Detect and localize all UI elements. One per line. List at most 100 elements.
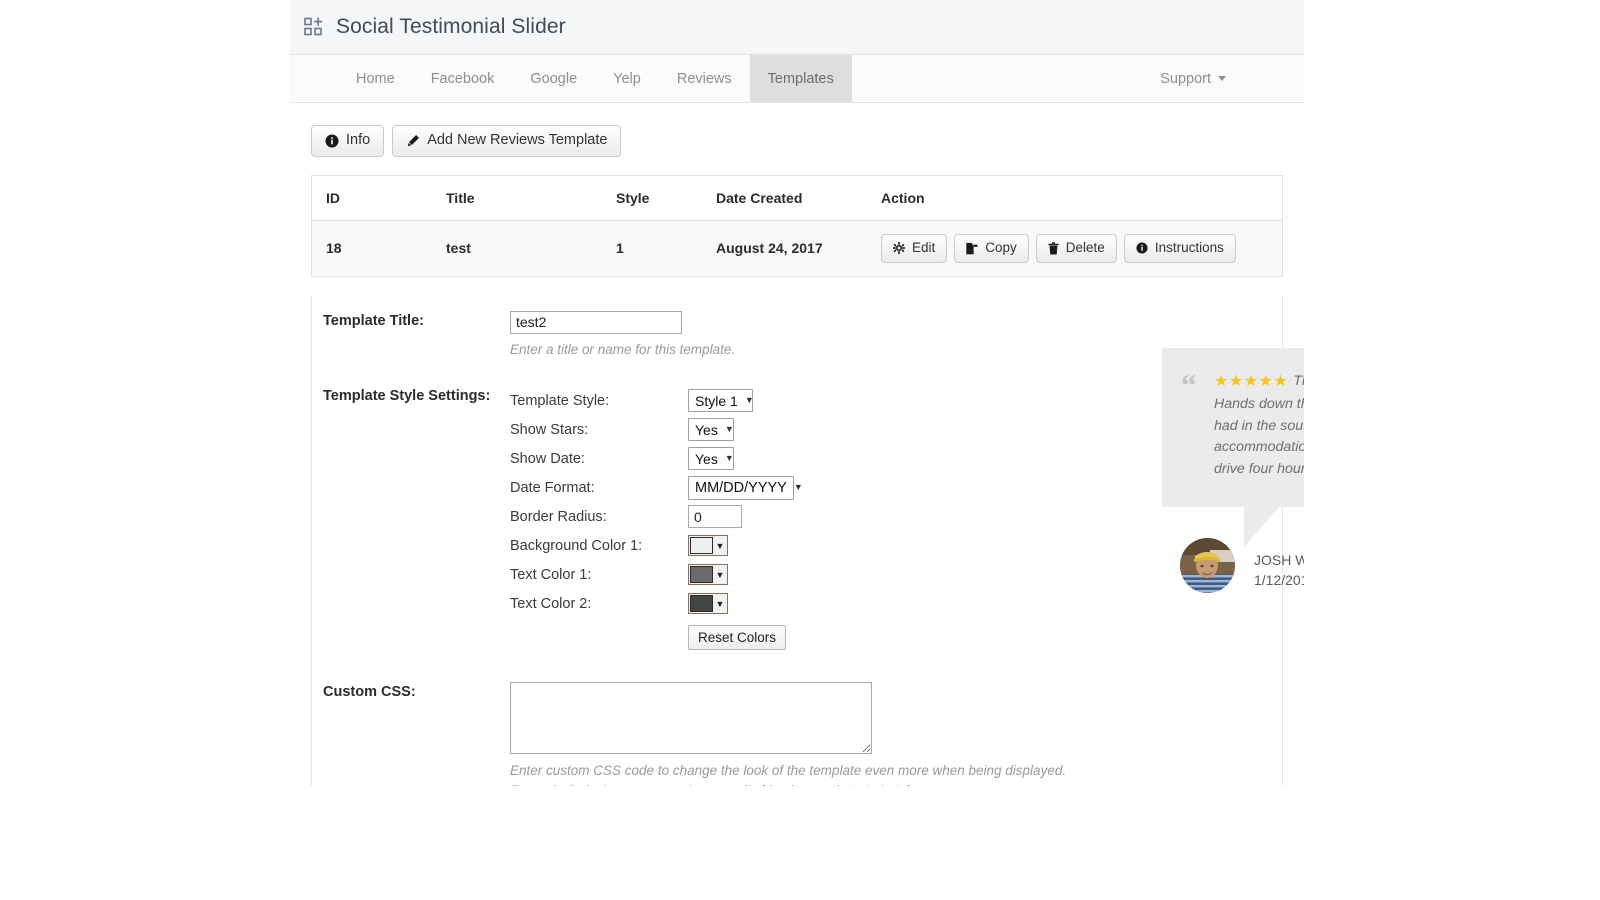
trash-icon	[1048, 242, 1059, 255]
label-date-format: Date Format:	[510, 479, 595, 496]
info-button[interactable]: Info	[311, 125, 385, 157]
cell-style: 1	[616, 220, 716, 277]
col-header-date: Date Created	[716, 175, 881, 221]
reset-colors-wrap: Reset Colors	[510, 618, 1282, 651]
row-template-title: Template Title: Enter a title or name fo…	[312, 295, 1282, 360]
text-color-1-picker[interactable]: ▼	[688, 564, 728, 586]
table-row: 18 test 1 August 24, 2017 Edit Copy Dele…	[311, 220, 1283, 277]
tab-reviews[interactable]: Reviews	[659, 55, 750, 102]
label-border-radius: Border Radius:	[510, 508, 607, 525]
info-circle-icon	[325, 134, 339, 148]
support-dropdown[interactable]: Support	[1160, 71, 1226, 87]
label-template-style: Template Style:	[510, 392, 610, 409]
help-custom-css-line1: Enter custom CSS code to change the look…	[510, 763, 1067, 779]
text-color-1-swatch	[690, 566, 713, 584]
chevron-down-icon	[1218, 76, 1226, 81]
chevron-down-icon: ▼	[715, 540, 725, 551]
reviewer-date: 1/12/2017	[1254, 571, 1304, 588]
tab-yelp[interactable]: Yelp	[595, 55, 659, 102]
date-format-select[interactable]: MM/DD/YYYY ▼	[688, 475, 803, 500]
toolbar: Info Add New Reviews Template	[311, 125, 1282, 157]
add-template-button-label: Add New Reviews Template	[427, 132, 608, 148]
show-date-value: Yes	[695, 450, 718, 467]
reviewer-photo-icon	[1180, 537, 1235, 593]
row-custom-css: Custom CSS: Enter custom CSS code to cha…	[312, 650, 1282, 786]
copy-files-icon	[966, 242, 978, 255]
cell-id: 18	[311, 220, 446, 277]
col-header-style: Style	[616, 175, 716, 221]
copy-button-label: Copy	[985, 239, 1017, 255]
edit-button[interactable]: Edit	[881, 233, 948, 263]
label-show-date: Show Date:	[510, 450, 585, 467]
instructions-button[interactable]: Instructions	[1123, 233, 1236, 263]
label-text-color-2: Text Color 2:	[510, 595, 592, 612]
reviewer-block: JOSH W. 1/12/2017	[1180, 537, 1304, 593]
page-title: Social Testimonial Slider	[336, 15, 566, 38]
label-background-color-1: Background Color 1:	[510, 537, 643, 554]
border-radius-input[interactable]	[688, 505, 742, 529]
delete-button-label: Delete	[1065, 239, 1105, 255]
grid-plus-icon	[304, 17, 323, 36]
reset-colors-button[interactable]: Reset Colors	[688, 625, 787, 651]
template-style-value: Style 1	[695, 392, 738, 409]
text-color-2-picker[interactable]: ▼	[688, 593, 728, 615]
tab-google[interactable]: Google	[512, 55, 595, 102]
tab-templates[interactable]: Templates	[749, 55, 852, 102]
chevron-down-icon: ▼	[793, 482, 803, 493]
template-style-select[interactable]: Style 1 ▼	[688, 389, 754, 413]
content-area: Info Add New Reviews Template ID Title S…	[290, 103, 1304, 786]
main-nav: Home Facebook Google Yelp Reviews Templa…	[290, 55, 1304, 103]
review-body: ★★★★★This is a sample review. Hands down…	[1214, 370, 1304, 481]
custom-css-textarea[interactable]	[510, 682, 872, 755]
help-custom-css-line2: Example Style 1: .wprevpro_t1_outer_div …	[510, 781, 1282, 786]
templates-table: ID Title Style Date Created Action 18 te…	[311, 174, 1283, 277]
chevron-down-icon: ▼	[715, 598, 725, 609]
reviewer-name: JOSH W.	[1254, 551, 1304, 568]
chevron-down-icon: ▼	[744, 395, 754, 406]
field-custom-css: Enter custom CSS code to change the look…	[510, 682, 1282, 786]
template-title-input[interactable]	[510, 310, 682, 334]
nav-right-group: Support	[1160, 55, 1304, 102]
chevron-down-icon: ▼	[724, 424, 734, 435]
review-bubble: “ ★★★★★This is a sample review. Hands do…	[1162, 348, 1304, 547]
template-preview: “ ★★★★★This is a sample review. Hands do…	[1162, 348, 1304, 593]
label-style-settings: Template Style Settings:	[323, 388, 491, 405]
label-show-stars: Show Stars:	[510, 421, 589, 438]
info-circle-icon	[1136, 242, 1148, 254]
app-header: Social Testimonial Slider	[290, 0, 1304, 55]
edit-button-label: Edit	[912, 239, 936, 255]
avatar	[1180, 537, 1235, 593]
col-header-title: Title	[446, 175, 616, 221]
text-color-2-swatch	[690, 595, 713, 613]
label-text-color-1: Text Color 1:	[510, 566, 592, 583]
setting-text-color-2: Text Color 2: ▼	[510, 589, 1282, 618]
cell-title: test	[446, 220, 616, 277]
show-stars-select[interactable]: Yes ▼	[688, 418, 734, 442]
col-header-action: Action	[881, 175, 1283, 221]
cell-actions: Edit Copy Delete Instructions	[881, 220, 1283, 277]
add-new-reviews-template-button[interactable]: Add New Reviews Template	[392, 125, 622, 157]
tab-facebook[interactable]: Facebook	[413, 55, 513, 102]
col-header-id: ID	[311, 175, 446, 221]
row-action-group: Edit Copy Delete Instructions	[881, 233, 1282, 263]
support-label: Support	[1160, 70, 1211, 87]
cell-date-created: August 24, 2017	[716, 220, 881, 277]
show-date-select[interactable]: Yes ▼	[688, 447, 734, 471]
date-format-value: MM/DD/YYYY	[695, 479, 787, 496]
instructions-button-label: Instructions	[1154, 239, 1224, 255]
table-header-row: ID Title Style Date Created Action	[311, 175, 1283, 221]
template-edit-panel: Template Title: Enter a title or name fo…	[311, 294, 1283, 786]
background-color-1-picker[interactable]: ▼	[688, 535, 728, 557]
delete-button[interactable]: Delete	[1035, 233, 1117, 263]
quote-icon: “	[1181, 367, 1197, 402]
row-style-settings: Template Style Settings: Template Style:…	[312, 359, 1282, 651]
info-button-label: Info	[346, 132, 371, 148]
chevron-down-icon: ▼	[724, 453, 734, 464]
tab-home[interactable]: Home	[338, 55, 413, 102]
show-stars-value: Yes	[695, 421, 718, 438]
copy-button[interactable]: Copy	[954, 233, 1029, 263]
app-page: Social Testimonial Slider Home Facebook …	[290, 0, 1304, 786]
pencil-icon	[407, 135, 420, 147]
background-color-1-swatch	[690, 537, 713, 555]
label-template-title: Template Title:	[323, 312, 424, 329]
